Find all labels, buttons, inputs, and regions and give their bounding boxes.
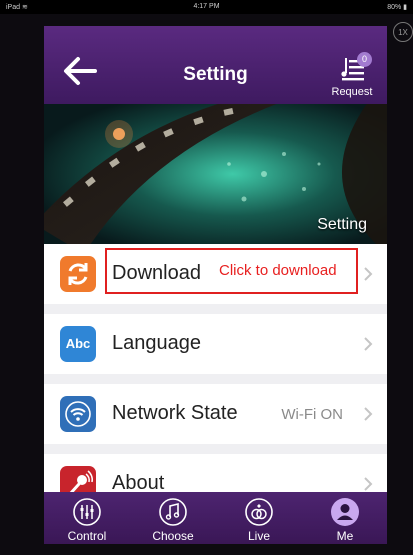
tab-label: Choose [152, 529, 194, 543]
mixer-icon [73, 498, 101, 526]
chevron-right-icon [364, 267, 373, 281]
request-label: Request [331, 86, 373, 98]
chevron-right-icon [364, 407, 373, 421]
refresh-icon [60, 256, 96, 292]
chevron-right-icon [364, 477, 373, 491]
request-button[interactable]: 0 Request [327, 52, 377, 98]
tab-live[interactable]: Live [216, 492, 302, 544]
tab-label: Live [247, 529, 270, 543]
menu-item-network-state[interactable]: Network State Wi-Fi ON [44, 384, 387, 444]
tab-me[interactable]: Me [302, 492, 387, 544]
request-count-badge: 0 [357, 52, 372, 67]
app-window: Setting 0 Request Setting Download Click… [44, 26, 387, 544]
battery-indicator: 80% ▮ [387, 4, 407, 11]
wifi-icon [60, 396, 96, 432]
download-hint: Click to download [219, 262, 337, 279]
status-bar: iPad ≋ 4:17 PM 80% ▮ [0, 0, 413, 14]
menu-item-language[interactable]: Abc Language [44, 314, 387, 374]
user-icon [331, 498, 359, 526]
banner-caption: Setting [317, 216, 367, 233]
settings-list: Download Click to download Abc Language [44, 244, 387, 524]
chevron-right-icon [364, 337, 373, 351]
clock: 4:17 PM [193, 3, 220, 10]
tab-choose[interactable]: Choose [130, 492, 216, 544]
banner-image: Setting [44, 104, 387, 244]
menu-item-label: Network State [112, 402, 238, 424]
music-note-icon [159, 498, 187, 526]
language-icon-text: Abc [65, 336, 91, 351]
menu-item-label: Language [112, 332, 201, 354]
rings-icon [245, 498, 273, 526]
tab-bar: Control Choose Live Me [44, 492, 387, 544]
header: Setting 0 Request [44, 26, 387, 104]
zoom-badge[interactable]: 1X [393, 22, 413, 42]
tab-label: Control [67, 529, 107, 543]
tab-control[interactable]: Control [44, 492, 130, 544]
menu-item-download[interactable]: Download Click to download [44, 244, 387, 304]
language-icon: Abc [60, 326, 96, 362]
network-status-value: Wi-Fi ON [281, 406, 343, 423]
tab-label: Me [336, 529, 354, 543]
